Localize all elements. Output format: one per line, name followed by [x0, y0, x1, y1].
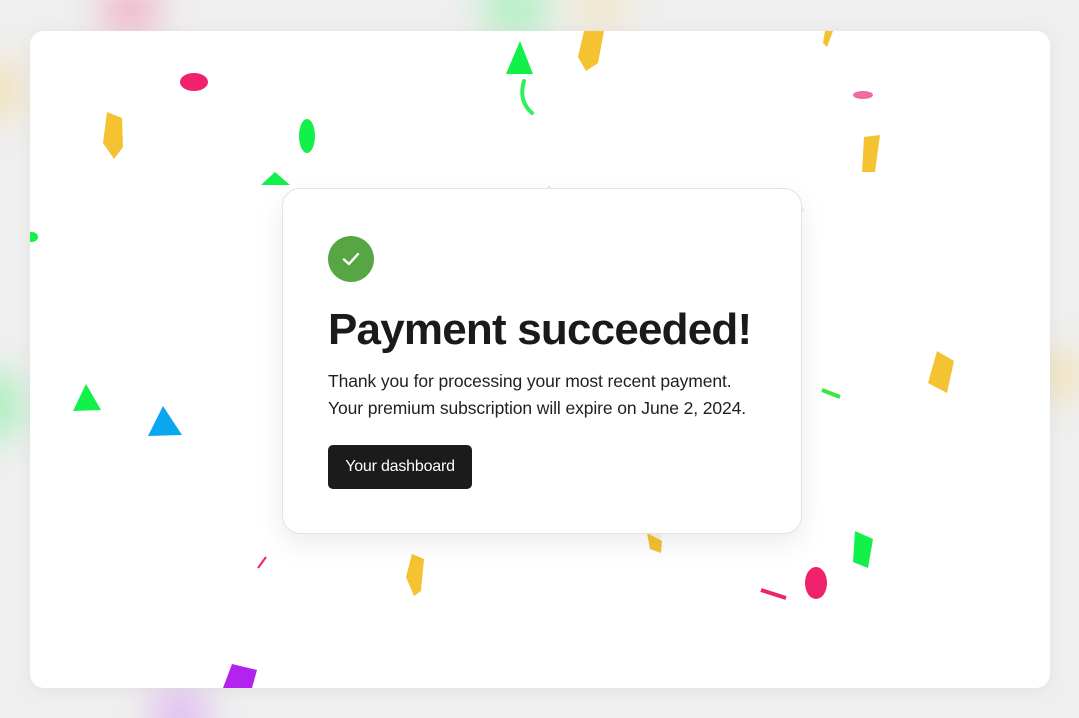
- confetti-piece: [805, 567, 827, 599]
- confetti-piece: [520, 79, 534, 115]
- blurred-confetti: [100, 0, 160, 30]
- success-badge: [328, 236, 374, 282]
- payment-success-card: Payment succeeded! Thank you for process…: [282, 188, 802, 534]
- confetti-piece: [506, 41, 533, 74]
- confetti-piece: [853, 91, 873, 99]
- confetti-piece: [103, 112, 123, 159]
- browser-window: Payment succeeded! Thank you for process…: [30, 31, 1050, 688]
- checkmark-icon: [342, 252, 360, 266]
- confetti-piece: [257, 556, 267, 569]
- page-background: Payment succeeded! Thank you for process…: [0, 0, 1079, 718]
- confetti-piece: [299, 119, 315, 153]
- page-title: Payment succeeded!: [328, 305, 752, 354]
- blurred-confetti: [575, 0, 625, 22]
- thank-you-message: Thank you for processing your most recen…: [328, 371, 732, 391]
- confetti-piece: [853, 531, 873, 568]
- confetti-piece: [578, 31, 604, 71]
- blurred-confetti: [0, 60, 20, 120]
- confetti-piece: [406, 554, 424, 596]
- blurred-confetti: [0, 370, 20, 440]
- expiry-message: Your premium subscription will expire on…: [328, 398, 747, 418]
- confetti-piece: [823, 31, 833, 47]
- confetti-piece: [223, 664, 257, 688]
- blurred-confetti: [480, 0, 550, 30]
- confetti-piece: [73, 384, 101, 411]
- dashboard-button[interactable]: Your dashboard: [328, 445, 472, 489]
- confetti-piece: [862, 135, 880, 172]
- confetti-piece: [928, 351, 954, 393]
- blurred-confetti: [150, 695, 210, 718]
- confetti-piece: [148, 406, 182, 436]
- confetti-piece: [261, 172, 290, 185]
- confetti-piece: [30, 232, 38, 242]
- confetti-piece: [821, 388, 841, 399]
- confetti-piece: [760, 588, 787, 600]
- confetti-piece: [180, 73, 208, 91]
